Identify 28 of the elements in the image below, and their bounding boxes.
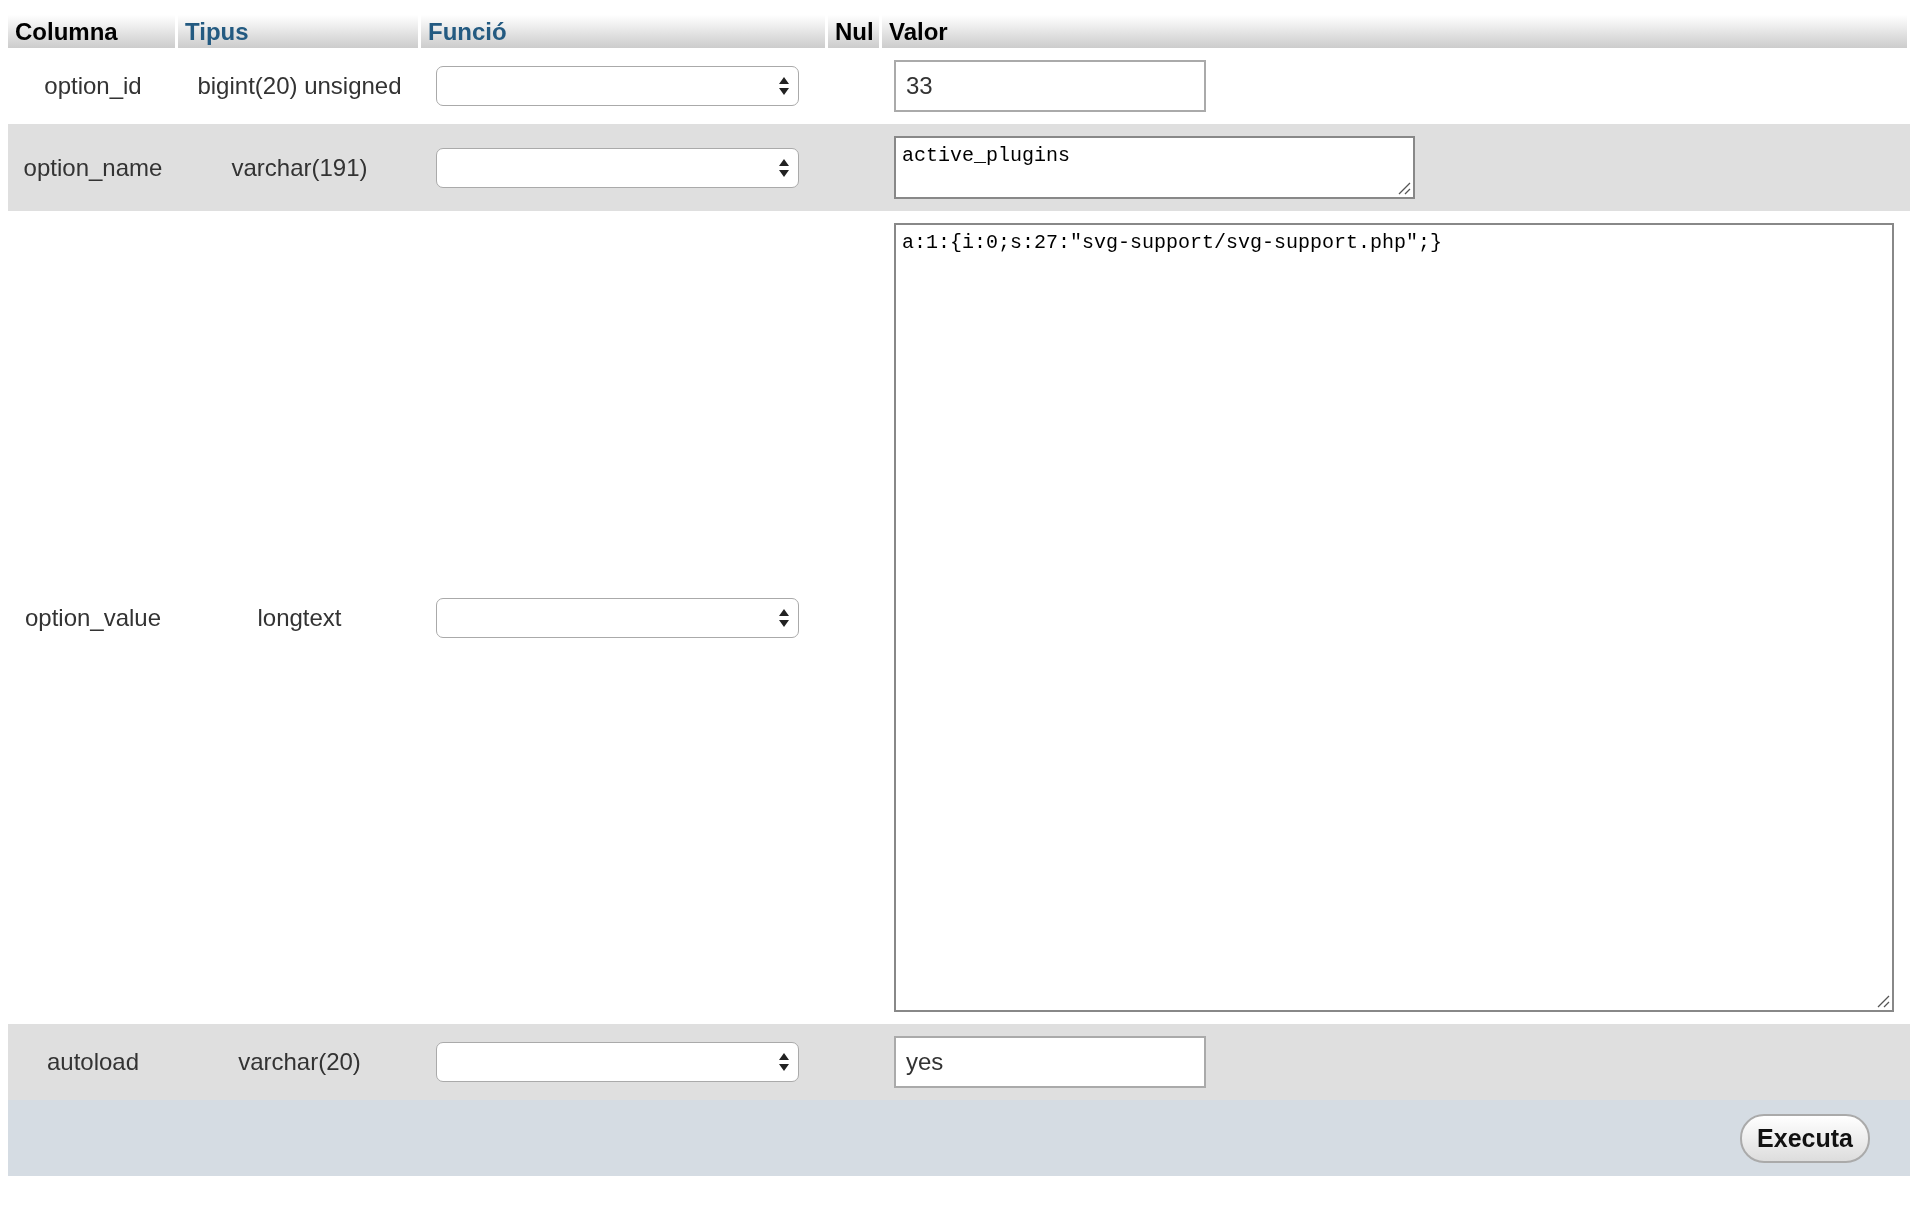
resize-grip-icon xyxy=(1876,994,1890,1008)
column-type: longtext xyxy=(257,603,342,632)
column-type: bigint(20) unsigned xyxy=(197,72,402,100)
column-header: Nul xyxy=(828,15,882,48)
dropdown-arrows-icon xyxy=(778,1052,790,1072)
function-select[interactable] xyxy=(436,147,799,188)
dropdown-arrows-icon xyxy=(778,76,790,96)
execute-button[interactable]: Executa xyxy=(1740,1113,1870,1163)
column-name: option_name xyxy=(23,153,163,182)
function-select[interactable] xyxy=(436,66,799,106)
value-textarea[interactable]: a:1:{i:0;s:27:"svg-support/svg-support.php";} xyxy=(894,223,1894,1012)
column-name: option_id xyxy=(44,72,142,100)
function-select[interactable] xyxy=(436,597,799,638)
function-select[interactable] xyxy=(436,1042,799,1082)
dropdown-arrows-icon xyxy=(778,157,790,178)
column-header: Columna xyxy=(8,15,178,48)
column-header-link[interactable]: Funció xyxy=(421,15,828,48)
column-header: Valor xyxy=(882,15,1910,48)
column-type: varchar(20) xyxy=(238,1048,361,1076)
resize-grip-icon xyxy=(1397,181,1411,195)
column-type: varchar(191) xyxy=(231,153,368,182)
value-textarea[interactable]: active_plugins xyxy=(894,136,1415,199)
column-header-link[interactable]: Tipus xyxy=(178,15,421,48)
value-input[interactable]: yes xyxy=(894,1036,1206,1088)
value-input[interactable]: 33 xyxy=(894,60,1206,112)
column-name: autoload xyxy=(46,1048,140,1076)
column-name: option_value xyxy=(24,603,162,632)
dropdown-arrows-icon xyxy=(778,607,790,628)
